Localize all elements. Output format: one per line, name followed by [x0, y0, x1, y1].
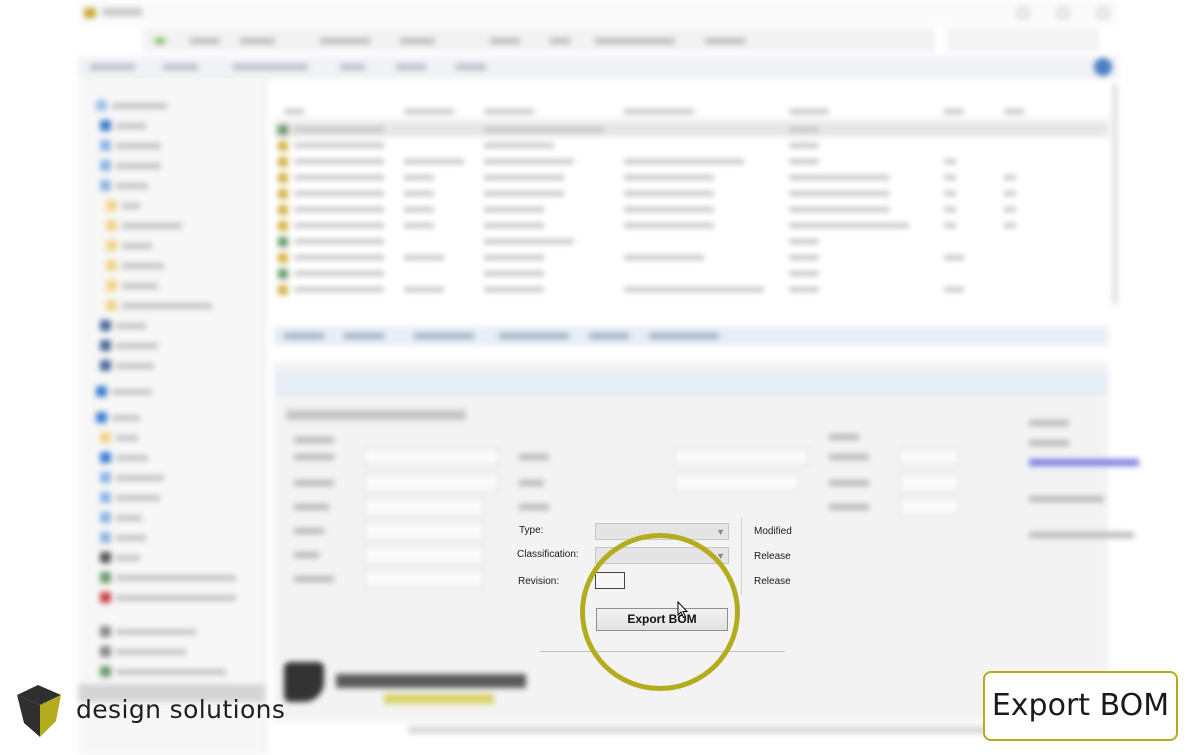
watermark-logo [284, 662, 526, 712]
company-name: design solutions [76, 695, 286, 724]
file-list-header [274, 104, 1108, 120]
maximize-icon[interactable] [1058, 8, 1068, 18]
status-toolbar [274, 326, 1108, 346]
file-list [274, 84, 1108, 296]
folder-icon [84, 8, 96, 18]
help-icon[interactable] [1094, 58, 1112, 76]
search-input[interactable] [948, 30, 1098, 50]
highlight-ring [580, 533, 740, 691]
horizontal-scrollbar[interactable] [408, 726, 1018, 734]
released-label: Release [754, 551, 791, 562]
caption-label: Export BOM [983, 671, 1178, 741]
revision-label: Revision: [518, 576, 560, 587]
window-titlebar [78, 0, 1118, 26]
design-solutions-logo-icon [17, 685, 61, 737]
type-label: Type: [519, 525, 544, 536]
chevron-down-icon: ▼ [716, 527, 725, 537]
classification-label: Classification: [517, 549, 579, 560]
minimize-icon[interactable] [1018, 8, 1028, 18]
toolbar-ribbon [78, 56, 1118, 78]
close-icon[interactable] [1098, 8, 1108, 18]
file-list-scrollbar[interactable] [1112, 84, 1118, 304]
released-label-2: Release [754, 576, 791, 587]
navigation-pane [78, 80, 266, 755]
modified-label: Modified [754, 526, 792, 537]
brand-logo: design solutions [14, 683, 304, 741]
address-bar[interactable] [144, 30, 934, 50]
